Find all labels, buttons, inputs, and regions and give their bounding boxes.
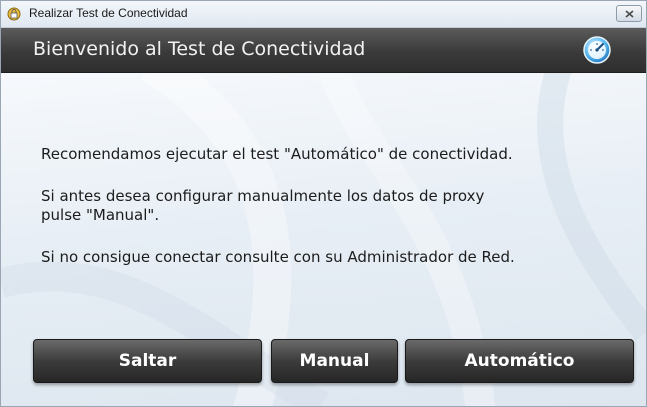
- skip-button[interactable]: Saltar: [33, 339, 262, 383]
- header-banner: Bienvenido al Test de Conectividad: [1, 28, 646, 73]
- manual-config-text-line2: pulse "Manual".: [41, 206, 160, 224]
- title-bar: Realizar Test de Conectividad: [1, 1, 646, 28]
- app-icon: [7, 7, 21, 21]
- recommendation-text: Recomendamos ejecutar el test "Automátic…: [41, 145, 513, 163]
- dialog-window: Realizar Test de Conectividad Bienvenido…: [0, 0, 647, 407]
- content-area: Recomendamos ejecutar el test "Automátic…: [1, 73, 646, 406]
- manual-button[interactable]: Manual: [271, 339, 398, 383]
- automatic-button[interactable]: Automático: [405, 339, 634, 383]
- gauge-icon: [583, 36, 611, 64]
- header-title: Bienvenido al Test de Conectividad: [33, 38, 366, 60]
- manual-config-text-line1: Si antes desea configurar manualmente lo…: [41, 187, 485, 205]
- close-icon: [625, 10, 634, 18]
- close-button[interactable]: [616, 5, 642, 22]
- window-title: Realizar Test de Conectividad: [29, 6, 188, 20]
- admin-contact-text: Si no consigue conectar consulte con su …: [41, 248, 515, 266]
